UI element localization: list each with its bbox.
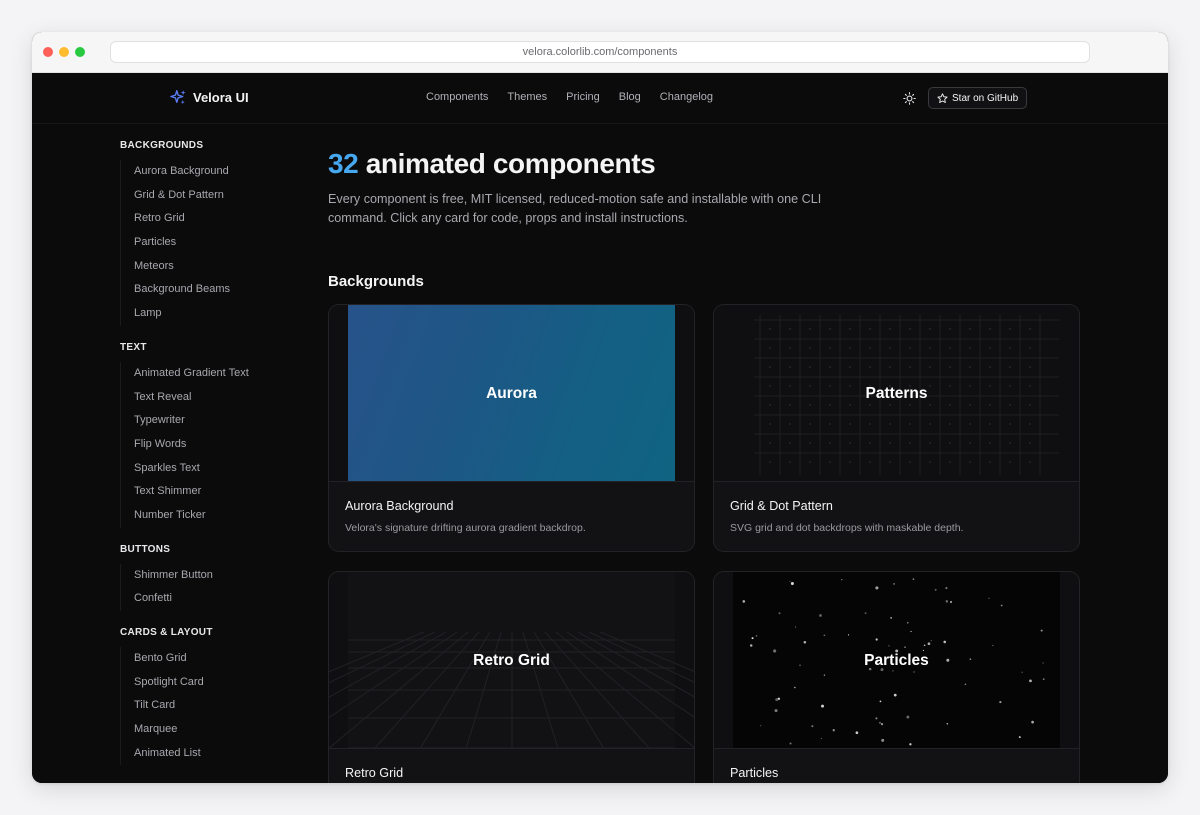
sidebar-item-spotlight-card[interactable]: Spotlight Card (120, 670, 300, 695)
sidebar-item-bento-grid[interactable]: Bento Grid (120, 647, 300, 671)
close-window-button[interactable] (43, 47, 53, 57)
sidebar-item-shimmer-button[interactable]: Shimmer Button (120, 563, 300, 588)
sidebar-heading: CARDS & LAYOUT (120, 627, 213, 638)
preview-label: Patterns (865, 384, 928, 402)
github-button-label: Star on GitHub (952, 92, 1019, 104)
brand-name: Velora UI (193, 90, 249, 105)
preview-label: Particles (864, 651, 929, 669)
component-card-retro-grid[interactable]: Retro Grid Retro Grid (328, 571, 695, 783)
sidebar-item-particles[interactable]: Particles (120, 231, 300, 255)
sidebar-item-meteors[interactable]: Meteors (120, 254, 300, 279)
sidebar-item-background-beams[interactable]: Background Beams (120, 278, 300, 303)
preview-label: Retro Grid (473, 651, 550, 669)
card-description: SVG grid and dot backdrops with maskable… (730, 522, 964, 534)
nav-link-themes[interactable]: Themes (507, 91, 547, 103)
star-on-github-button[interactable]: Star on GitHub (928, 87, 1028, 109)
sidebar-heading: BACKGROUNDS (120, 140, 204, 151)
card-title: Retro Grid (345, 766, 404, 780)
sidebar-item-text-shimmer[interactable]: Text Shimmer (120, 480, 300, 504)
sidebar-item-confetti[interactable]: Confetti (120, 587, 300, 611)
main-content: 32 animated components Every component i… (328, 124, 1080, 783)
card-description: Velora's signature drifting aurora gradi… (345, 522, 586, 534)
nav-link-blog[interactable]: Blog (619, 91, 641, 103)
browser-chrome: velora.colorlib.com/components (32, 32, 1168, 73)
nav-link-components[interactable]: Components (426, 91, 488, 103)
sidebar-item-grid-dot-pattern[interactable]: Grid & Dot Pattern (120, 183, 300, 208)
app: Velora UI Components Themes Pricing Blog… (32, 73, 1168, 783)
sidebar-section-text: TEXT Animated Gradient Text Text Reveal … (120, 338, 300, 528)
card-preview: Retro Grid (329, 572, 694, 749)
minimize-window-button[interactable] (59, 47, 69, 57)
nav-link-pricing[interactable]: Pricing (566, 91, 600, 103)
card-title: Aurora Background (345, 499, 454, 513)
page-title: 32 animated components (328, 148, 656, 180)
address-bar[interactable]: velora.colorlib.com/components (110, 41, 1090, 63)
page-title-text: animated components (358, 148, 656, 179)
sidebar-item-sparkles-text[interactable]: Sparkles Text (120, 456, 300, 481)
browser-window: velora.colorlib.com/components Velora UI… (32, 32, 1168, 783)
component-card-aurora[interactable]: Aurora Aurora Background Velora's signat… (328, 304, 695, 552)
sidebar-item-typewriter[interactable]: Typewriter (120, 409, 300, 433)
card-preview: Particles (714, 572, 1079, 749)
sidebar-item-number-ticker[interactable]: Number Ticker (120, 503, 300, 528)
sidebar-item-aurora-background[interactable]: Aurora Background (120, 160, 300, 184)
top-nav: Velora UI Components Themes Pricing Blog… (32, 73, 1168, 124)
sidebar-section-cards-layout: CARDS & LAYOUT Bento Grid Spotlight Card… (120, 623, 300, 766)
sidebar-item-lamp[interactable]: Lamp (120, 302, 300, 326)
sidebar-item-retro-grid[interactable]: Retro Grid (120, 207, 300, 232)
sidebar-item-text-reveal[interactable]: Text Reveal (120, 385, 300, 410)
card-title: Particles (730, 766, 779, 780)
component-count: 32 (328, 148, 359, 179)
sidebar-item-animated-gradient-text[interactable]: Animated Gradient Text (120, 361, 300, 386)
theme-toggle-button[interactable] (901, 90, 917, 106)
sun-icon (902, 91, 916, 105)
section-title-backgrounds: Backgrounds (328, 273, 424, 290)
sidebar-item-marquee[interactable]: Marquee (120, 718, 300, 742)
sidebar-section-backgrounds: BACKGROUNDS Aurora Background Grid & Dot… (120, 136, 300, 326)
sidebar-item-tilt-card[interactable]: Tilt Card (120, 694, 300, 719)
sidebar-item-animated-list[interactable]: Animated List (120, 741, 300, 766)
sidebar: BACKGROUNDS Aurora Background Grid & Dot… (120, 136, 300, 783)
sidebar-section-buttons: BUTTONS Shimmer Button Confetti (120, 540, 300, 611)
preview-label: Aurora (486, 384, 537, 402)
star-icon (937, 92, 948, 103)
maximize-window-button[interactable] (75, 47, 85, 57)
sidebar-item-flip-words[interactable]: Flip Words (120, 432, 300, 457)
card-preview: Aurora (329, 305, 694, 482)
sidebar-heading: BUTTONS (120, 543, 171, 555)
component-card-particles[interactable]: Particles Particles (713, 571, 1080, 783)
brand-logo[interactable]: Velora UI (170, 89, 249, 106)
sparkles-icon (170, 90, 186, 105)
page-description: Every component is free, MIT licensed, r… (328, 192, 822, 225)
nav-link-changelog[interactable]: Changelog (660, 91, 713, 103)
sidebar-heading: TEXT (120, 341, 147, 353)
component-card-patterns[interactable]: Patterns Grid & Dot Pattern SVG grid and… (713, 304, 1080, 552)
card-preview: Patterns (714, 305, 1079, 482)
nav-links: Components Themes Pricing Blog Changelog (426, 91, 713, 103)
card-title: Grid & Dot Pattern (730, 499, 833, 513)
